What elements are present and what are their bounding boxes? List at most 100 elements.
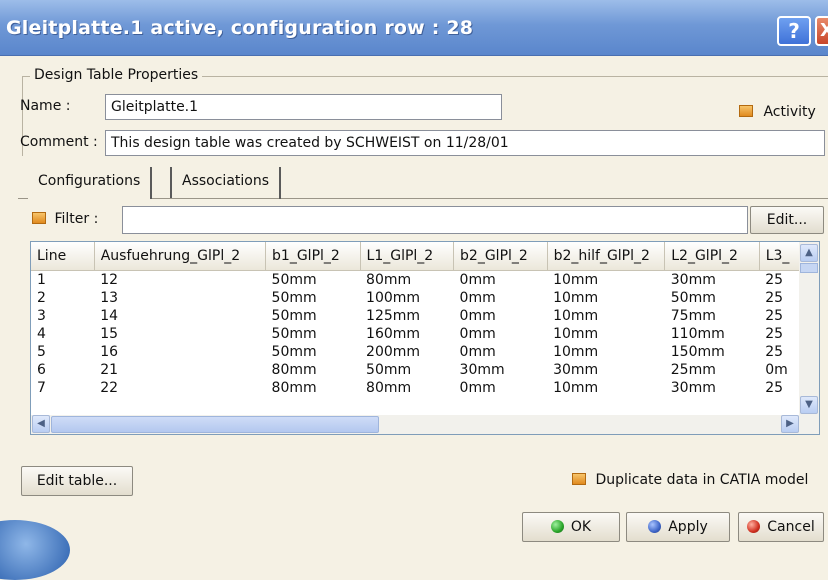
vertical-scroll-thumb[interactable] xyxy=(800,263,818,273)
table-cell: 13 xyxy=(100,289,119,306)
table-cell: 50mm xyxy=(271,325,317,342)
table-cell: 21 xyxy=(100,361,119,378)
table-cell: 3 xyxy=(37,307,46,324)
ok-icon xyxy=(550,520,564,533)
duplicate-data-checkbox[interactable]: Duplicate data in CATIA model xyxy=(572,472,808,488)
table-cell: 25mm xyxy=(670,361,716,378)
close-button[interactable]: X xyxy=(815,16,828,46)
filter-input[interactable] xyxy=(122,206,748,234)
catia-logo-fragment xyxy=(0,520,70,580)
table-cell: 50mm xyxy=(670,289,716,306)
tab-associations[interactable]: Associations xyxy=(172,167,282,199)
table-cell: 0mm xyxy=(459,379,496,396)
table-row[interactable]: 5 16 50mm 200mm 0mm 10mm 150mm 25 xyxy=(31,343,819,361)
horizontal-scroll-thumb[interactable] xyxy=(51,416,379,433)
table-header: Line Ausfuehrung_GlPl_2 b1_GlPl_2 L1_GlPl_2… xyxy=(31,242,819,271)
title-bar: Gleitplatte.1 active, configuration row … xyxy=(0,0,828,56)
table-cell: 80mm xyxy=(366,379,412,396)
table-cell: 10mm xyxy=(553,289,599,306)
table-cell: 110mm xyxy=(670,325,725,342)
table-cell: 0mm xyxy=(459,343,496,360)
table-cell: 14 xyxy=(100,307,119,324)
table-cell: 10mm xyxy=(553,325,599,342)
table-cell: 5 xyxy=(37,343,46,360)
column-header[interactable]: L1_GlPl_2 xyxy=(360,242,455,271)
column-header[interactable]: b2_GlPl_2 xyxy=(453,242,548,271)
scroll-left-icon[interactable]: ◀ xyxy=(32,415,50,433)
scroll-up-icon[interactable]: ▲ xyxy=(800,244,818,262)
table-cell: 30mm xyxy=(459,361,505,378)
checkbox-icon xyxy=(572,473,586,485)
cancel-label: Cancel xyxy=(767,519,815,535)
column-header[interactable]: Ausfuehrung_GlPl_2 xyxy=(94,242,267,271)
table-cell: 200mm xyxy=(366,343,421,360)
table-cell: 150mm xyxy=(670,343,725,360)
table-row[interactable]: 3 14 50mm 125mm 0mm 10mm 75mm 25 xyxy=(31,307,819,325)
table-cell: 0mm xyxy=(459,289,496,306)
help-button[interactable]: ? xyxy=(777,16,811,46)
filter-checkbox[interactable]: Filter : xyxy=(32,211,98,227)
filter-edit-button[interactable]: Edit... xyxy=(750,206,824,234)
activity-checkbox[interactable]: Activity xyxy=(739,104,816,120)
table-body: 1 12 50mm 80mm 0mm 10mm 30mm 25 2 13 50mm 100mm 0mm 1… xyxy=(31,270,819,397)
table-row[interactable]: 2 13 50mm 100mm 0mm 10mm 50mm 25 xyxy=(31,289,819,307)
table-cell: 50mm xyxy=(271,307,317,324)
table-cell: 0mm xyxy=(459,325,496,342)
table-cell: 15 xyxy=(100,325,119,342)
horizontal-scrollbar[interactable]: ◀ ▶ xyxy=(31,415,819,434)
table-cell: 10mm xyxy=(553,307,599,324)
table-cell: 80mm xyxy=(366,271,412,288)
table-cell: 0mm xyxy=(459,271,496,288)
activity-label: Activity xyxy=(763,104,816,120)
table-cell: 75mm xyxy=(670,307,716,324)
filter-label: Filter : xyxy=(54,211,99,227)
duplicate-data-label: Duplicate data in CATIA model xyxy=(595,472,809,488)
checkbox-icon xyxy=(739,105,753,117)
table-cell: 6 xyxy=(37,361,46,378)
table-row[interactable]: 1 12 50mm 80mm 0mm 10mm 30mm 25 xyxy=(31,270,819,289)
name-input[interactable]: Gleitplatte.1 xyxy=(105,94,502,120)
table-cell: 4 xyxy=(37,325,46,342)
table-cell: 125mm xyxy=(366,307,421,324)
table-cell: 16 xyxy=(100,343,119,360)
configurations-table[interactable]: Line Ausfuehrung_GlPl_2 b1_GlPl_2 L1_GlPl_2… xyxy=(30,241,820,435)
table-row[interactable]: 7 22 80mm 80mm 0mm 10mm 30mm 25 xyxy=(31,379,819,397)
table-cell: 30mm xyxy=(670,379,716,396)
edit-table-button[interactable]: Edit table... xyxy=(21,466,133,496)
apply-icon xyxy=(648,520,662,533)
cancel-button[interactable]: Cancel xyxy=(738,512,824,542)
table-cell: 80mm xyxy=(271,379,317,396)
cancel-icon xyxy=(747,520,761,533)
comment-input[interactable]: This design table was created by SCHWEIS… xyxy=(105,130,825,156)
tab-configurations[interactable]: Configurations xyxy=(28,167,153,199)
table-cell: 100mm xyxy=(366,289,421,306)
table-cell: 10mm xyxy=(553,343,599,360)
checkbox-icon xyxy=(32,212,46,224)
name-label: Name : xyxy=(20,98,71,114)
table-row[interactable]: 6 21 80mm 50mm 30mm 30mm 25mm 0m xyxy=(31,361,819,379)
table-cell: 30mm xyxy=(553,361,599,378)
table-cell: 50mm xyxy=(271,289,317,306)
apply-label: Apply xyxy=(668,519,708,535)
column-header[interactable]: b1_GlPl_2 xyxy=(265,242,361,271)
vertical-scrollbar[interactable]: ▲ ▼ xyxy=(799,242,819,416)
comment-label: Comment : xyxy=(20,134,98,150)
window-title: Gleitplatte.1 active, configuration row … xyxy=(6,17,474,39)
table-cell: 50mm xyxy=(366,361,412,378)
scroll-right-icon[interactable]: ▶ xyxy=(781,415,799,433)
apply-button[interactable]: Apply xyxy=(626,512,730,542)
ok-label: OK xyxy=(570,519,592,535)
table-cell: 0mm xyxy=(459,307,496,324)
column-header[interactable]: Line xyxy=(31,242,95,271)
table-cell: 22 xyxy=(100,379,119,396)
tab-divider xyxy=(170,167,172,198)
table-cell: 10mm xyxy=(553,379,599,396)
table-row[interactable]: 4 15 50mm 160mm 0mm 10mm 110mm 25 xyxy=(31,325,819,343)
table-cell: 80mm xyxy=(271,361,317,378)
table-cell: 2 xyxy=(37,289,46,306)
table-cell: 50mm xyxy=(271,343,317,360)
column-header[interactable]: L2_GlPl_2 xyxy=(664,242,760,271)
scroll-down-icon[interactable]: ▼ xyxy=(800,396,818,414)
ok-button[interactable]: OK xyxy=(522,512,620,542)
column-header[interactable]: b2_hilf_GlPl_2 xyxy=(547,242,666,271)
